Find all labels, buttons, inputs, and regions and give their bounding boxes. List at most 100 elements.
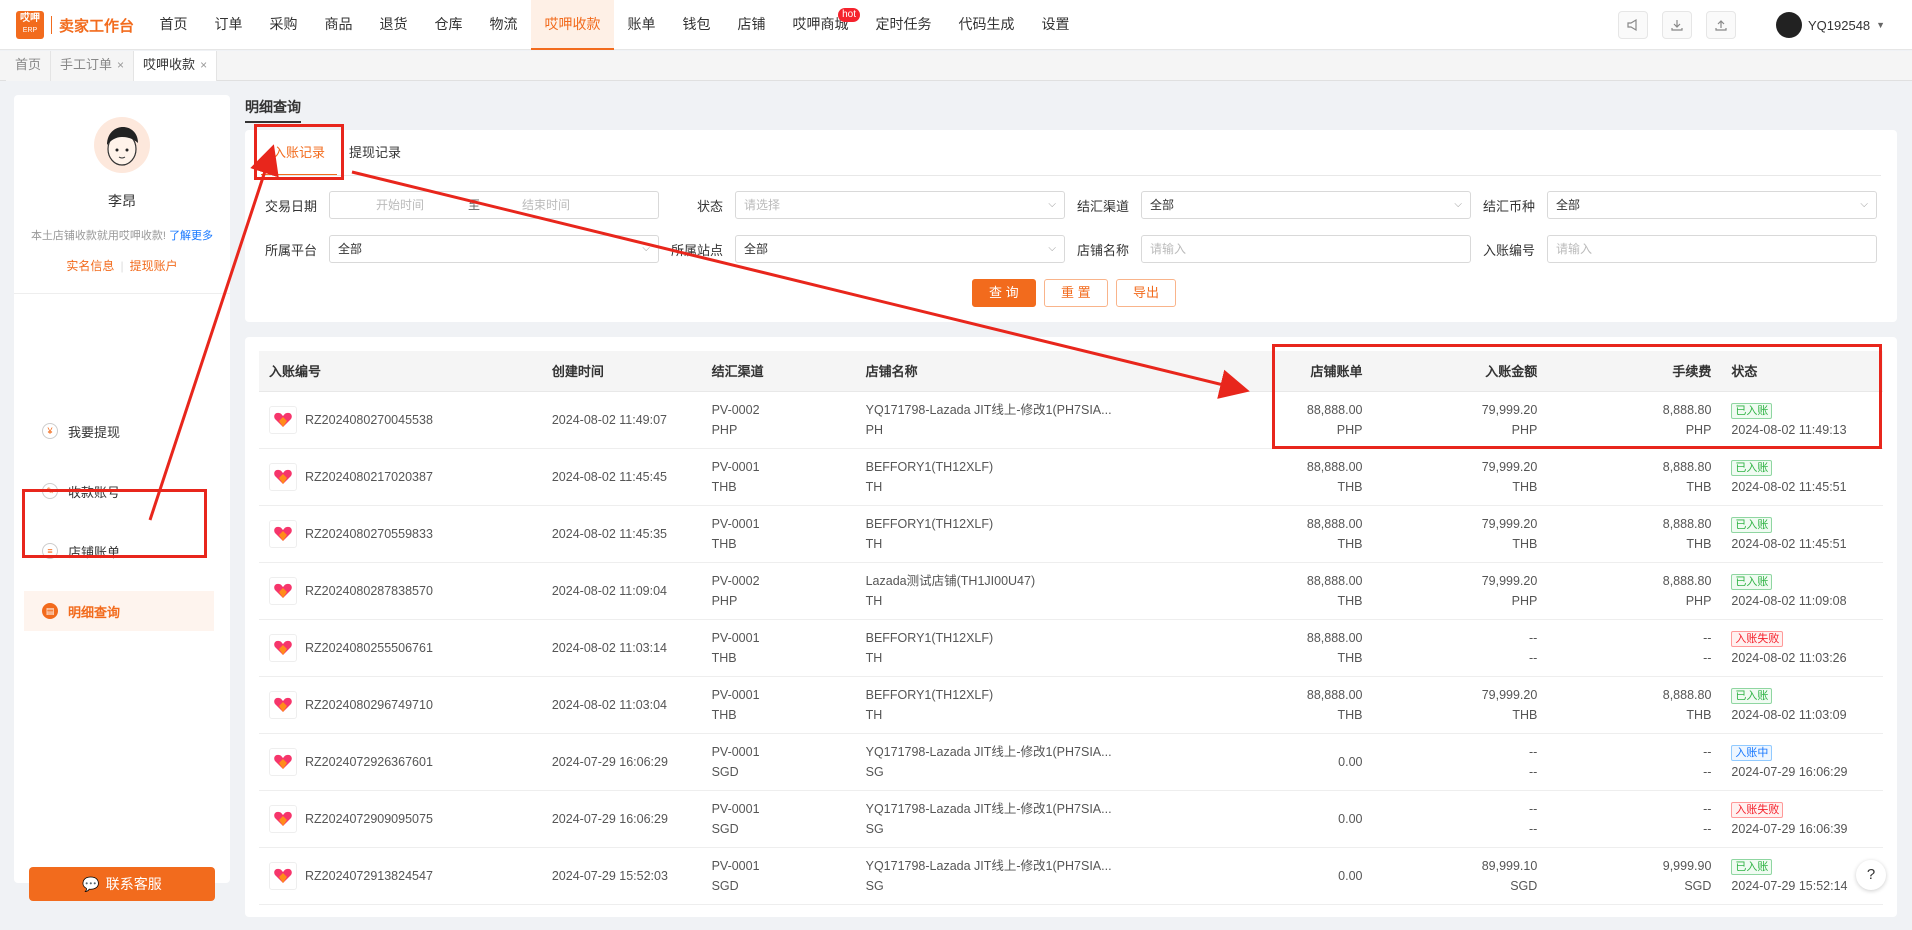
logo-divider <box>51 16 52 34</box>
cell-created: 2024-08-02 11:49:07 <box>541 391 702 449</box>
table-row[interactable]: RZ2024080270559833 2024-08-02 11:45:35 PV-… <box>259 505 1883 563</box>
status-select[interactable]: 请选择 ⌵ <box>735 191 1065 219</box>
reset-button[interactable]: 重 置 <box>1044 279 1108 307</box>
lazada-logo-icon <box>269 633 297 662</box>
tab-1[interactable]: 提现记录 <box>337 130 413 176</box>
status-label: 状态 <box>696 199 723 214</box>
megaphone-icon[interactable] <box>1618 11 1648 39</box>
side-menu-item-1[interactable]: ✎ 收款账号 <box>42 471 212 511</box>
entry-id[interactable]: RZ2024080270045538 <box>305 410 433 430</box>
cell-bill: 88,888.00 THB <box>1195 448 1373 506</box>
menu-item-label: 店铺账单 <box>68 544 121 560</box>
status-badge: 入账失败 <box>1731 801 1784 818</box>
entry-id[interactable]: RZ2024080296749710 <box>305 695 433 715</box>
cell-amount: 79,999.20 THB <box>1372 505 1548 563</box>
nav-item-label: 钱包 <box>682 16 711 32</box>
platform-select[interactable]: 全部 ⌵ <box>329 235 659 263</box>
close-icon[interactable]: × <box>117 58 124 72</box>
learn-more-link[interactable]: 了解更多 <box>169 230 213 242</box>
user-menu[interactable]: YQ192548 ▼ <box>1776 12 1885 38</box>
close-icon[interactable]: × <box>200 58 207 72</box>
cell-amount: 79,999.20 PHP <box>1372 391 1548 449</box>
nav-item-label: 设置 <box>1041 16 1070 32</box>
download-icon[interactable] <box>1662 11 1692 39</box>
page-title: 明细查询 <box>245 97 301 123</box>
site-select[interactable]: 全部 ⌵ <box>735 235 1065 263</box>
contact-support-button[interactable]: 💬 联系客服 <box>29 867 215 901</box>
nav-item-label: 采购 <box>269 16 298 32</box>
export-button[interactable]: 导出 <box>1116 279 1177 307</box>
side-menu-item-3[interactable]: ▤ 明细查询 <box>24 591 214 631</box>
status-badge: 入账中 <box>1731 744 1773 761</box>
nav-item-0[interactable]: 首页 <box>146 0 201 50</box>
nav-item-6[interactable]: 物流 <box>476 0 531 50</box>
cell-fee: 8,888.80 THB <box>1547 505 1722 563</box>
side-menu-item-0[interactable]: ¥ 我要提现 <box>42 411 212 451</box>
nav-item-3[interactable]: 商品 <box>311 0 366 50</box>
status-badge: 入账失败 <box>1731 630 1784 647</box>
entry-id[interactable]: RZ2024072926367601 <box>305 752 433 772</box>
menu-item-label: 明细查询 <box>68 604 121 620</box>
query-button[interactable]: 查 询 <box>972 279 1036 307</box>
table-row[interactable]: RZ2024080287838570 2024-08-02 11:09:04 PV-… <box>259 562 1883 620</box>
cell-amount: 79,999.20 THB <box>1372 676 1548 734</box>
nav-item-8[interactable]: 账单 <box>614 0 669 50</box>
table-row[interactable]: RZ2024072909095075 2024-07-29 16:06:29 PV-… <box>259 790 1883 848</box>
lazada-logo-icon <box>269 462 297 491</box>
entry-id[interactable]: RZ2024072913824547 <box>305 866 433 886</box>
table-row[interactable]: RZ2024072926367601 2024-07-29 16:06:29 PV-… <box>259 733 1883 791</box>
help-button[interactable]: ? <box>1856 860 1886 890</box>
tab-tag-0[interactable]: 首页 <box>6 51 52 81</box>
chevron-down-icon: ⌵ <box>1454 199 1462 210</box>
menu-item-label: 我要提现 <box>68 424 121 440</box>
tags-bar: 首页 手工订单 × 哎呷收款 × <box>0 51 1912 81</box>
withdraw-account-link[interactable]: 提现账户 <box>130 259 178 273</box>
table-header-row: 入账编号 创建时间 结汇渠道 店铺名称 店铺账单 入账金额 手续费 状态 <box>259 351 1883 392</box>
nav-item-1[interactable]: 订单 <box>201 0 256 50</box>
entry-no-input[interactable]: 请输入 <box>1547 235 1877 263</box>
table-row[interactable]: RZ2024080217020387 2024-08-02 11:45:45 PV-… <box>259 448 1883 506</box>
cell-created: 2024-08-02 11:03:14 <box>541 619 702 677</box>
entry-id[interactable]: RZ2024080287838570 <box>305 581 433 601</box>
nav-item-12[interactable]: 定时任务 <box>862 0 945 50</box>
tab-0[interactable]: 入账记录 <box>261 130 338 176</box>
entry-id[interactable]: RZ2024080217020387 <box>305 467 433 487</box>
nav-item-2[interactable]: 采购 <box>256 0 311 50</box>
date-range-picker[interactable]: 开始时间 至 结束时间 <box>329 191 659 219</box>
app-logo[interactable]: 哎呷 ERP 卖家工作台 <box>16 11 134 39</box>
table-row[interactable]: RZ2024080270045538 2024-08-02 11:49:07 PV-… <box>259 391 1883 449</box>
table-row[interactable]: RZ2024080296749710 2024-08-02 11:03:04 PV-… <box>259 676 1883 734</box>
entry-id[interactable]: RZ2024080255506761 <box>305 638 433 658</box>
channel-select[interactable]: 全部 ⌵ <box>1141 191 1471 219</box>
side-menu-item-2[interactable]: ≡ 店铺账单 <box>42 531 212 571</box>
nav-item-label: 物流 <box>489 16 518 32</box>
tab-tag-1[interactable]: 手工订单 × <box>51 51 135 81</box>
entry-id[interactable]: RZ2024072909095075 <box>305 809 433 829</box>
nav-item-10[interactable]: 店铺 <box>724 0 779 50</box>
col-header-bill: 店铺账单 <box>1195 351 1373 392</box>
nav-item-11[interactable]: 哎呷商城 hot <box>779 0 862 50</box>
nav-item-9[interactable]: 钱包 <box>669 0 724 50</box>
col-header-amount: 入账金额 <box>1372 351 1548 392</box>
nav-item-5[interactable]: 仓库 <box>421 0 476 50</box>
cell-status: 已入账 2024-08-02 11:45:51 <box>1721 448 1883 506</box>
table-row[interactable]: RZ2024080255506761 2024-08-02 11:03:14 PV-… <box>259 619 1883 677</box>
shop-name-input[interactable]: 请输入 <box>1141 235 1471 263</box>
real-name-info-link[interactable]: 实名信息 <box>66 259 114 273</box>
entry-id[interactable]: RZ2024080270559833 <box>305 524 433 544</box>
lazada-logo-icon <box>269 804 297 833</box>
currency-select[interactable]: 全部 ⌵ <box>1547 191 1877 219</box>
cell-created: 2024-08-02 11:45:35 <box>541 505 702 563</box>
top-icons <box>1618 11 1736 39</box>
cell-bill: 0.00 <box>1195 733 1373 791</box>
upload-icon[interactable] <box>1706 11 1736 39</box>
left-panel: 李昂 本土店铺收款就用哎呷收款! 了解更多 实名信息 | 提现账户 ¥ 我要提现 ✎ 收款… <box>14 95 230 901</box>
table-row[interactable]: RZ2024072913824547 2024-07-29 15:52:03 PV-… <box>259 847 1883 905</box>
nav-item-4[interactable]: 退货 <box>366 0 421 50</box>
nav-item-7[interactable]: 哎呷收款 <box>531 0 614 50</box>
profile-links: 实名信息 | 提现账户 <box>66 259 178 273</box>
cell-shop: YQ171798-Lazada JIT线上-修改1(PH7SIA... SG <box>855 733 1196 791</box>
tab-tag-2[interactable]: 哎呷收款 × <box>134 51 218 81</box>
nav-item-14[interactable]: 设置 <box>1028 0 1083 50</box>
nav-item-13[interactable]: 代码生成 <box>945 0 1028 50</box>
